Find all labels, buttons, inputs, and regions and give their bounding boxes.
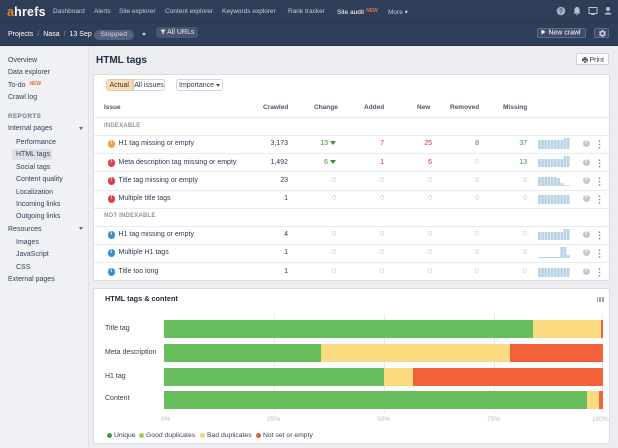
svg-text:?: ?: [559, 9, 563, 15]
